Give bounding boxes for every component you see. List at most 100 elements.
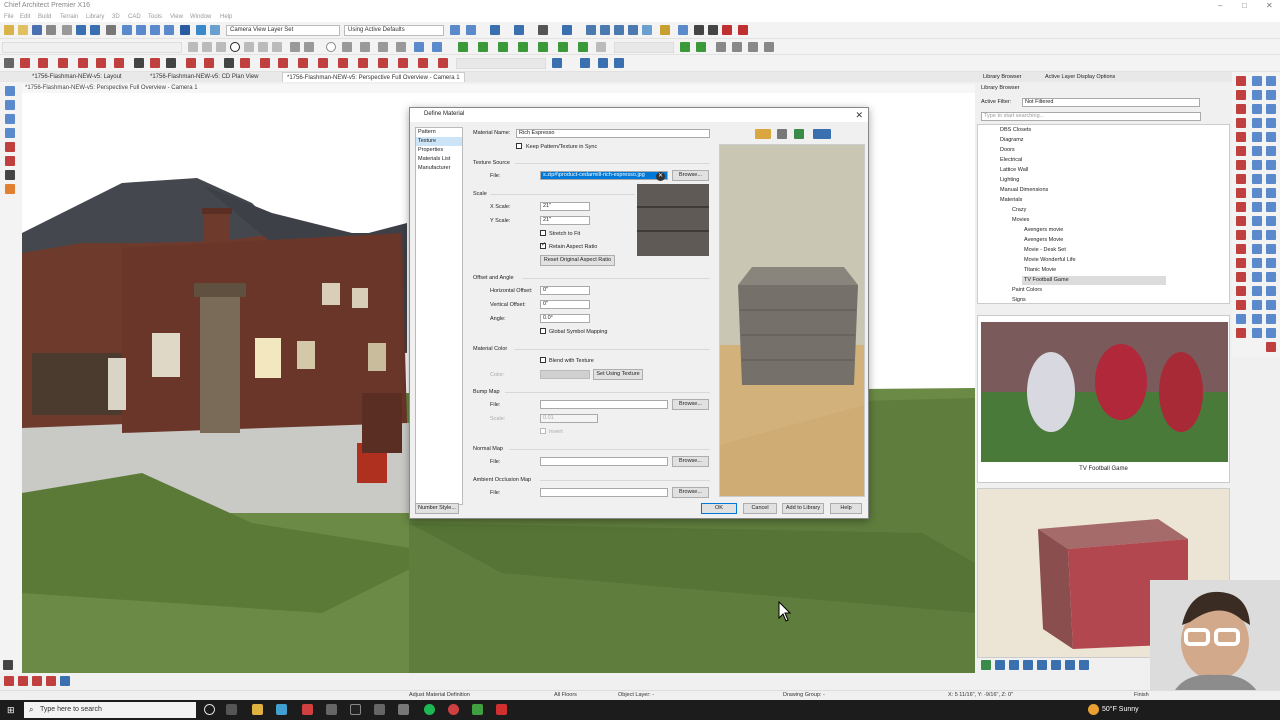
edit-tool-icon[interactable] xyxy=(258,42,268,52)
chrome-icon[interactable] xyxy=(302,704,313,715)
layout-icon[interactable] xyxy=(748,42,758,52)
plant-icon[interactable] xyxy=(478,42,488,52)
tool-icon[interactable] xyxy=(1252,188,1262,198)
object-icon[interactable] xyxy=(378,58,388,68)
app-icon[interactable] xyxy=(326,704,337,715)
view-tool-icon[interactable] xyxy=(5,156,15,166)
tool-icon[interactable] xyxy=(1266,76,1276,86)
maximize-icon[interactable]: □ xyxy=(1242,1,1247,10)
minimize-icon[interactable]: – xyxy=(1218,1,1222,10)
tool-icon[interactable] xyxy=(1266,202,1276,212)
tree-item-selected[interactable]: TV Football Game xyxy=(1022,276,1166,285)
close-icon[interactable]: ✕ xyxy=(855,110,863,121)
layout-icon[interactable] xyxy=(716,42,726,52)
bump-browse-button[interactable]: Browse... xyxy=(672,399,709,410)
tree-item[interactable]: Crazy xyxy=(1012,207,1026,213)
cabinet-icon[interactable] xyxy=(614,25,624,35)
copy-icon[interactable] xyxy=(58,58,68,68)
plan-icon[interactable] xyxy=(150,25,160,35)
retain-aspect-checkbox[interactable] xyxy=(540,241,546,249)
view-tool-icon[interactable] xyxy=(5,100,15,110)
nav-manufacturer[interactable]: Manufacturer xyxy=(416,164,462,173)
normal-browse-button[interactable]: Browse... xyxy=(672,456,709,467)
tool-icon[interactable] xyxy=(1252,202,1262,212)
tool-icon[interactable] xyxy=(1236,230,1246,240)
rotate-icon[interactable] xyxy=(290,42,300,52)
tool-icon[interactable] xyxy=(1236,314,1246,324)
tree-item[interactable]: Materials xyxy=(1000,197,1022,203)
render-icon[interactable] xyxy=(450,25,460,35)
x-scale-field[interactable]: 21" xyxy=(540,202,590,211)
view-tool-icon[interactable] xyxy=(5,142,15,152)
dimension-icon[interactable] xyxy=(414,42,424,52)
zoom-icon[interactable] xyxy=(596,42,606,52)
preview-tool-icon[interactable] xyxy=(1065,660,1075,670)
tool-icon[interactable] xyxy=(32,676,42,686)
tool-icon[interactable] xyxy=(1236,272,1246,282)
bump-scale-field[interactable]: 0.01 xyxy=(540,414,598,423)
tool-icon[interactable] xyxy=(1252,160,1262,170)
edit-tool-icon[interactable] xyxy=(244,42,254,52)
ao-file-field[interactable] xyxy=(540,488,668,497)
tree-item[interactable]: Electrical xyxy=(1000,157,1022,163)
layer-tool-icon[interactable] xyxy=(240,58,250,68)
nav-texture[interactable]: Texture xyxy=(416,137,462,146)
tree-item[interactable]: Manual Dimensions xyxy=(1000,187,1048,193)
n-circle-icon[interactable] xyxy=(230,42,240,52)
texture-icon[interactable] xyxy=(260,58,270,68)
clear-icon[interactable]: ✕ xyxy=(656,172,665,181)
view-icon[interactable] xyxy=(122,25,132,35)
camera-tool-icon[interactable] xyxy=(642,25,652,35)
material-icon[interactable] xyxy=(678,25,688,35)
view-tool-icon[interactable] xyxy=(5,114,15,124)
arc-icon[interactable] xyxy=(342,42,352,52)
menu-library[interactable]: Library xyxy=(86,14,104,20)
angle-field[interactable]: 0.0° xyxy=(540,314,590,323)
layer-set-select[interactable]: Camera View Layer Set xyxy=(226,25,340,36)
tool-icon[interactable] xyxy=(1236,328,1246,338)
tool-icon[interactable] xyxy=(1266,244,1276,254)
tab-perspective[interactable]: *1756-Flashman-NEW-v5: Perspective Full … xyxy=(282,72,465,82)
tool-icon[interactable] xyxy=(1266,314,1276,324)
tool-icon[interactable] xyxy=(1252,118,1262,128)
keep-sync-checkbox[interactable] xyxy=(516,143,522,149)
spotify-icon[interactable] xyxy=(424,704,435,715)
preview-tool-icon[interactable] xyxy=(1023,660,1033,670)
color-swatch[interactable] xyxy=(540,370,590,379)
tool-icon[interactable] xyxy=(1266,188,1276,198)
house-preview-icon[interactable] xyxy=(755,129,771,139)
tree-item[interactable]: Lighting xyxy=(1000,177,1019,183)
tool-icon[interactable] xyxy=(1236,132,1246,142)
preview-tool-icon[interactable] xyxy=(981,660,991,670)
tool-icon[interactable] xyxy=(60,676,70,686)
tool-icon[interactable] xyxy=(1252,90,1262,100)
sun-icon[interactable] xyxy=(210,25,220,35)
texture-browse-button[interactable]: Browse... xyxy=(672,170,709,181)
tool-icon[interactable] xyxy=(1266,286,1276,296)
open-object-icon[interactable] xyxy=(38,58,48,68)
tree-item[interactable]: Avengers Movie xyxy=(1024,237,1063,243)
explorer-icon[interactable] xyxy=(252,704,263,715)
fill-icon[interactable] xyxy=(318,58,328,68)
tool-icon[interactable] xyxy=(1236,90,1246,100)
paint-tool-icon[interactable] xyxy=(298,58,308,68)
tool-icon[interactable] xyxy=(1266,216,1276,226)
save-icon[interactable] xyxy=(32,25,42,35)
invert-checkbox[interactable] xyxy=(540,428,546,434)
tree-item[interactable]: Movies xyxy=(1012,217,1029,223)
tool-icon[interactable] xyxy=(1266,174,1276,184)
pool-icon[interactable] xyxy=(578,42,588,52)
tree-item[interactable]: Movie - Desk Set xyxy=(1024,247,1066,253)
cut-icon[interactable] xyxy=(62,25,72,35)
redo-icon[interactable] xyxy=(90,25,100,35)
tool-icon[interactable] xyxy=(1266,118,1276,128)
tree-item[interactable]: Paint Colors xyxy=(1012,287,1042,293)
menu-3d[interactable]: 3D xyxy=(112,14,120,20)
v-offset-field[interactable]: 0" xyxy=(540,300,590,309)
blend-checkbox[interactable] xyxy=(540,357,546,363)
stretch-checkbox[interactable] xyxy=(540,230,546,236)
ok-button[interactable]: OK xyxy=(701,503,737,514)
chief-architect-icon[interactable] xyxy=(398,704,409,715)
preview-tool-icon[interactable] xyxy=(1079,660,1089,670)
store-icon[interactable] xyxy=(276,704,287,715)
